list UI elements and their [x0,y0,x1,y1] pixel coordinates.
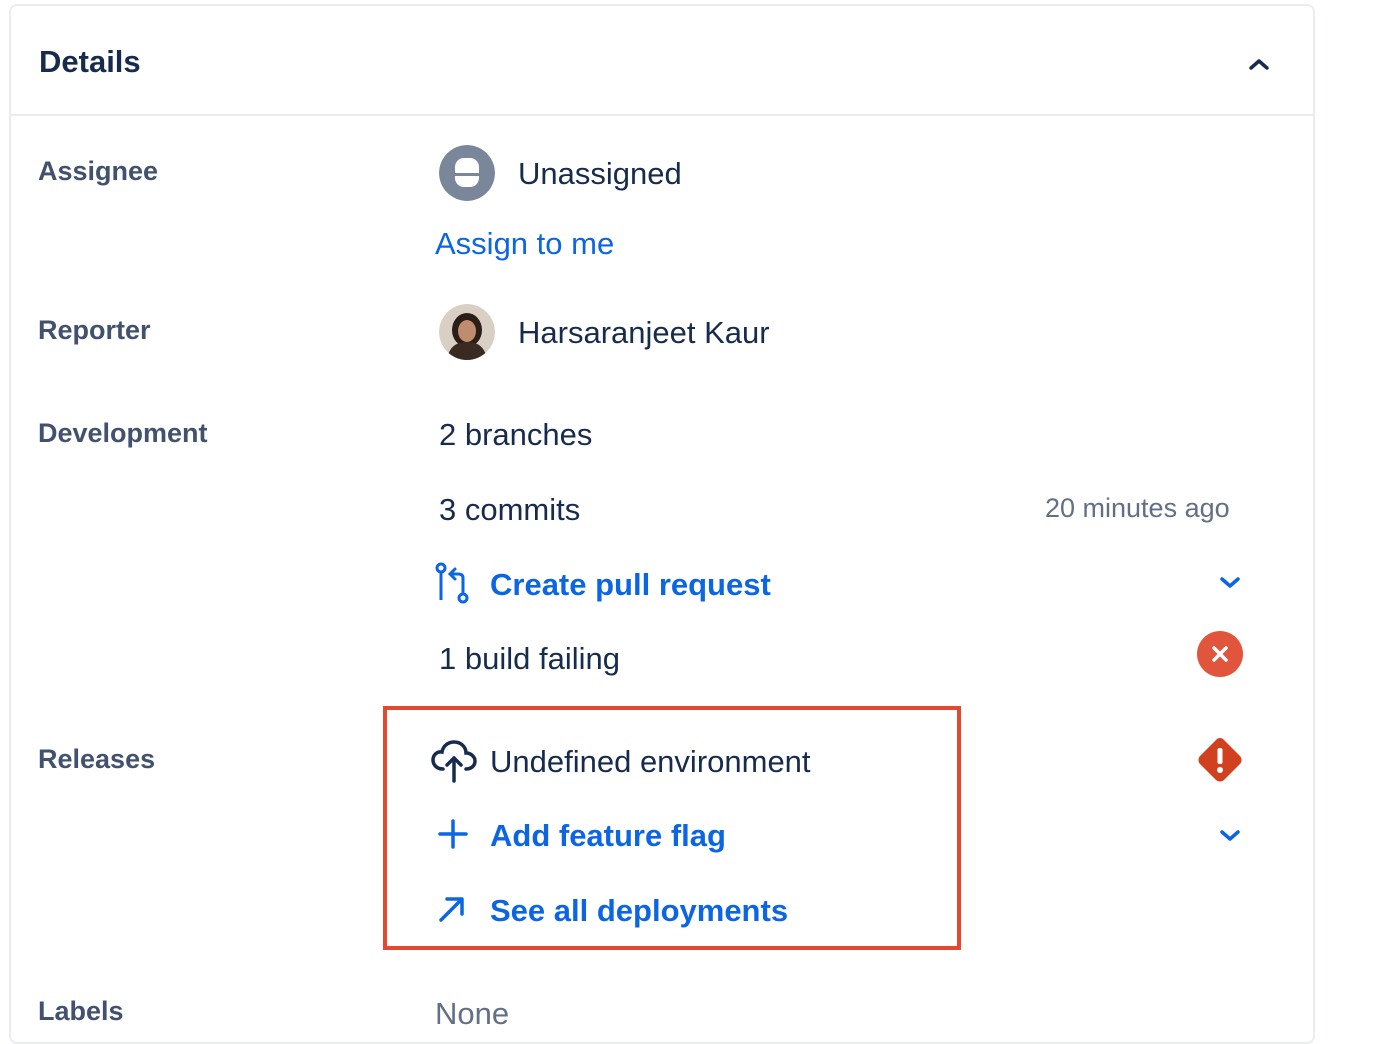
reporter-avatar [439,304,495,360]
user-avatar-icon [439,145,495,201]
build-status-link[interactable]: 1 build failing [439,641,620,677]
panel-title: Details [39,44,141,79]
branches-link[interactable]: 2 branches [439,417,592,453]
labels-label: Labels [38,996,124,1026]
assign-to-me-link[interactable]: Assign to me [435,226,614,262]
warning-diamond-icon [1198,738,1242,782]
releases-label: Releases [38,744,156,774]
chevron-down-icon[interactable] [1218,828,1242,844]
details-header[interactable]: Details [11,6,1313,116]
pull-request-icon [435,562,469,604]
chevron-down-icon[interactable] [1218,575,1242,591]
collapse-button[interactable] [1239,44,1279,84]
reporter-value[interactable]: Harsaranjeet Kaur [518,315,770,351]
labels-value[interactable]: None [435,996,509,1032]
assignee-value[interactable]: Unassigned [518,156,682,192]
commits-link[interactable]: 3 commits [439,492,580,528]
commits-timestamp: 20 minutes ago [1045,493,1230,523]
chevron-up-icon [1249,59,1269,70]
reporter-label: Reporter [38,315,151,345]
development-label: Development [38,418,208,448]
highlight-annotation [383,706,961,950]
create-pull-request-link[interactable]: Create pull request [490,567,771,603]
error-circle-icon [1197,631,1243,677]
assignee-label: Assignee [38,156,159,186]
